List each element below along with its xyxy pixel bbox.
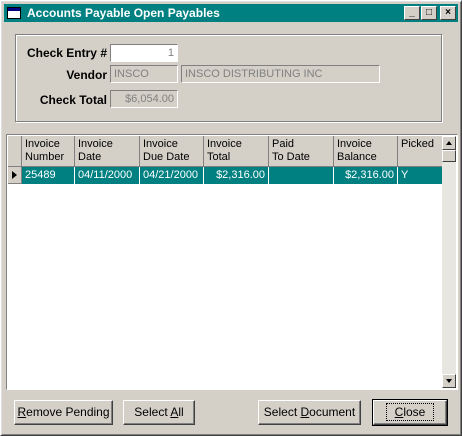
col-invoice-balance[interactable]: Invoice Balance <box>334 136 398 167</box>
minimize-button[interactable]: _ <box>404 6 420 20</box>
cell-picked[interactable]: Y <box>398 167 444 184</box>
minimize-icon: _ <box>409 7 415 18</box>
select-all-button[interactable]: Select All <box>123 400 195 425</box>
maximize-icon: □ <box>425 7 433 18</box>
cell-paid-to-date[interactable] <box>269 167 334 184</box>
cell-invoice-date[interactable]: 04/11/2000 <box>75 167 140 184</box>
title-bar[interactable]: Accounts Payable Open Payables _ □ × <box>4 4 458 22</box>
select-document-button[interactable]: Select Document <box>258 400 361 425</box>
invoices-grid[interactable]: Invoice Number Invoice Date Invoice Due … <box>6 134 458 390</box>
current-row-indicator-icon <box>8 167 22 184</box>
scroll-up-icon[interactable] <box>442 136 456 150</box>
vertical-scrollbar[interactable] <box>442 136 456 388</box>
table-row[interactable]: 25489 04/11/2000 04/21/2000 $2,316.00 $2… <box>8 167 444 184</box>
remove-pending-button[interactable]: Remove Pending <box>14 400 113 425</box>
check-total-field: $6,054.00 <box>110 90 178 108</box>
cell-invoice-total[interactable]: $2,316.00 <box>204 167 269 184</box>
cell-invoice-balance[interactable]: $2,316.00 <box>334 167 398 184</box>
open-payables-window: Accounts Payable Open Payables _ □ × Che… <box>0 0 462 436</box>
check-entry-label: Check Entry # <box>26 46 107 60</box>
col-picked[interactable]: Picked <box>398 136 444 167</box>
col-paid-to-date[interactable]: Paid To Date <box>269 136 334 167</box>
vendor-code-field[interactable]: INSCO <box>110 65 178 83</box>
close-button[interactable]: Close <box>372 399 448 426</box>
check-total-label: Check Total <box>39 93 107 107</box>
col-invoice-due-date[interactable]: Invoice Due Date <box>140 136 204 167</box>
maximize-button[interactable]: □ <box>421 6 437 20</box>
vendor-name-field[interactable]: INSCO DISTRIBUTING INC <box>181 65 380 83</box>
col-invoice-date[interactable]: Invoice Date <box>75 136 140 167</box>
check-entry-field[interactable]: 1 <box>110 44 178 62</box>
app-window-icon <box>7 7 21 19</box>
window-title: Accounts Payable Open Payables <box>27 6 220 20</box>
cell-invoice-due-date[interactable]: 04/21/2000 <box>140 167 204 184</box>
col-invoice-number[interactable]: Invoice Number <box>22 136 75 167</box>
cell-invoice-number[interactable]: 25489 <box>22 167 75 184</box>
close-icon: × <box>445 7 451 18</box>
scroll-down-icon[interactable] <box>442 374 456 388</box>
col-invoice-total[interactable]: Invoice Total <box>204 136 269 167</box>
row-selector-header <box>8 136 22 167</box>
scroll-thumb[interactable] <box>442 150 456 162</box>
vendor-label: Vendor <box>66 68 107 82</box>
close-window-button[interactable]: × <box>440 6 456 20</box>
